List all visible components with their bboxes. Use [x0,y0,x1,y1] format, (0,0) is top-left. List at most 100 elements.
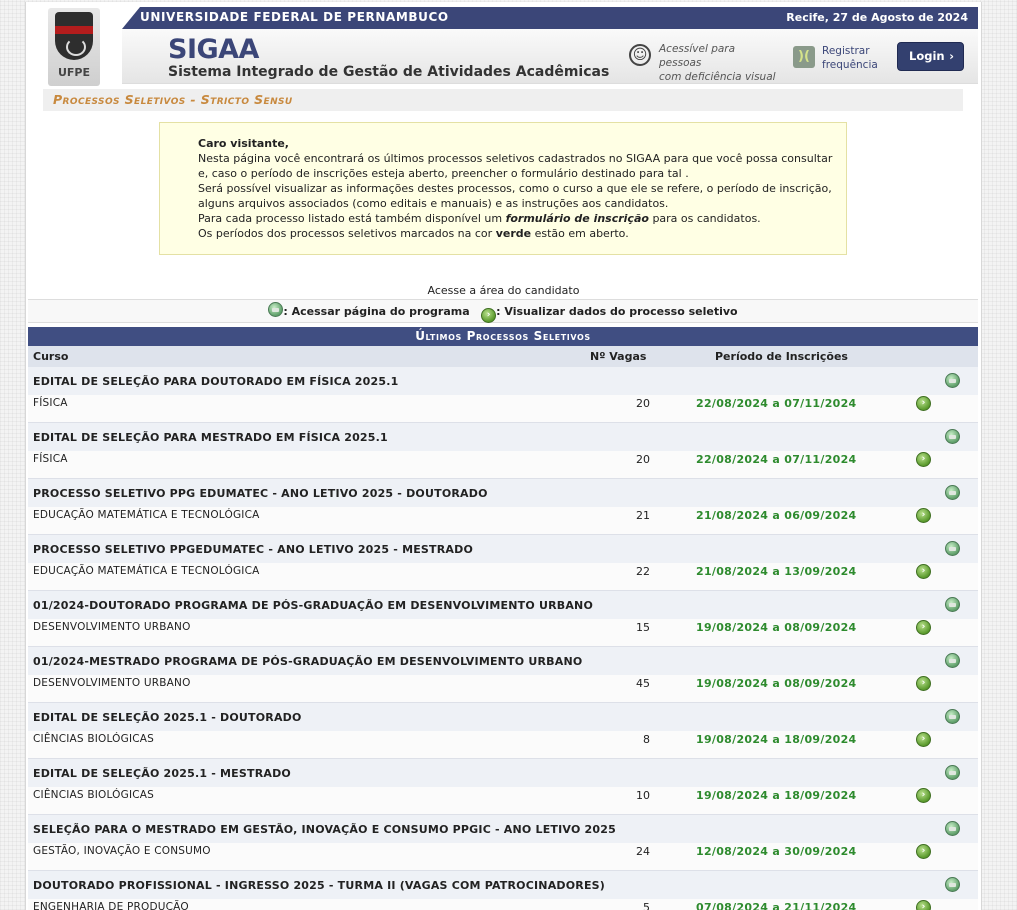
notice-line-1: Nesta página você encontrará os últimos … [198,152,833,180]
table-header: Curso Nº Vagas Período de Inscrições [28,346,978,367]
view-process-icon[interactable]: › [916,844,931,859]
program-page-icon[interactable] [945,877,960,892]
visitor-notice: Caro visitante, Nesta página você encont… [159,122,847,255]
notice-form-line: Para cada processo listado está também d… [198,212,761,225]
table-row: 01/2024-MESTRADO PROGRAMA DE PÓS-GRADUAÇ… [28,647,978,703]
notice-line-2: Será possível visualizar as informações … [198,182,832,210]
process-course: EDUCAÇÃO MATEMÁTICA E TECNOLÓGICA [33,565,260,577]
process-course: DESENVOLVIMENTO URBANO [33,621,191,633]
ufpe-crest-icon [55,12,93,60]
process-course: ENGENHARIA DE PRODUÇÃO [33,901,189,910]
process-title: EDITAL DE SELEÇÃO PARA DOUTORADO EM FÍSI… [33,375,399,388]
process-title: 01/2024-DOUTORADO PROGRAMA DE PÓS-GRADUA… [33,599,594,612]
ufpe-logo[interactable]: UFPE [48,8,100,86]
process-course: GESTÃO, INOVAÇÃO E CONSUMO [33,845,211,857]
process-vagas: 20 [636,453,650,466]
program-page-icon[interactable] [945,709,960,724]
program-page-icon[interactable] [945,765,960,780]
process-list: EDITAL DE SELEÇÃO PARA DOUTORADO EM FÍSI… [28,367,978,910]
page-container: UNIVERSIDADE FEDERAL DE PERNAMBUCO Recif… [25,2,982,910]
icon-legend: : Acessar página do programa ›: Visualiz… [28,299,978,323]
view-process-icon[interactable]: › [916,396,931,411]
table-row: PROCESSO SELETIVO PPGEDUMATEC - ANO LETI… [28,535,978,591]
register-frequency-link[interactable]: )( Registrar frequência [793,44,893,74]
process-period: 19/08/2024 a 08/09/2024 [696,621,857,634]
process-vagas: 15 [636,621,650,634]
login-label: Login [909,49,945,63]
process-course: FÍSICA [33,397,68,409]
view-process-icon[interactable]: › [916,732,931,747]
program-page-icon[interactable] [945,429,960,444]
process-course: FÍSICA [33,453,68,465]
view-process-icon[interactable]: › [916,508,931,523]
process-period: 12/08/2024 a 30/09/2024 [696,845,857,858]
logo-text: UFPE [57,66,91,79]
register-line-1: Registrar [822,45,870,57]
view-process-icon[interactable]: › [916,900,931,910]
col-course-header: Curso [33,350,69,363]
notice-open-line: Os períodos dos processos seletivos marc… [198,227,629,240]
legend-program-label: : Acessar página do programa [283,305,470,318]
table-row: PROCESSO SELETIVO PPG EDUMATEC - ANO LET… [28,479,978,535]
program-page-icon[interactable] [945,541,960,556]
process-period: 19/08/2024 a 18/09/2024 [696,733,857,746]
program-page-icon [268,302,284,317]
accessibility-icon: ☺ [629,44,651,66]
process-vagas: 20 [636,397,650,410]
page-title: Processos Seletivos - Stricto Sensu [43,89,963,111]
program-page-icon[interactable] [945,821,960,836]
process-course: CIÊNCIAS BIOLÓGICAS [33,733,155,745]
table-title: Últimos Processos Seletivos [28,327,978,346]
process-vagas: 24 [636,845,650,858]
accessibility-line-1: Acessível para pessoas [659,43,736,69]
program-page-icon[interactable] [945,653,960,668]
view-process-icon[interactable]: › [916,564,931,579]
table-row: DOUTORADO PROFISSIONAL - INGRESSO 2025 -… [28,871,978,910]
university-name: UNIVERSIDADE FEDERAL DE PERNAMBUCO [140,10,449,24]
program-page-icon[interactable] [945,597,960,612]
col-vagas-header: Nº Vagas [590,350,647,363]
register-line-2: frequência [822,59,878,71]
table-row: EDITAL DE SELEÇÃO PARA DOUTORADO EM FÍSI… [28,367,978,423]
process-period: 21/08/2024 a 13/09/2024 [696,565,857,578]
process-title: 01/2024-MESTRADO PROGRAMA DE PÓS-GRADUAÇ… [33,655,583,668]
notice-greeting: Caro visitante, [198,137,289,150]
view-process-icon[interactable]: › [916,788,931,803]
program-page-icon[interactable] [945,485,960,500]
chevron-right-icon: › [949,49,954,63]
table-row: SELEÇÃO PARA O MESTRADO EM GESTÃO, INOVA… [28,815,978,871]
program-page-icon[interactable] [945,373,960,388]
process-vagas: 8 [643,733,650,746]
top-banner: UNIVERSIDADE FEDERAL DE PERNAMBUCO Recif… [122,7,978,29]
process-title: EDITAL DE SELEÇÃO 2025.1 - DOUTORADO [33,711,302,724]
table-row: EDITAL DE SELEÇÃO 2025.1 - DOUTORADO CIÊN… [28,703,978,759]
process-title: SELEÇÃO PARA O MESTRADO EM GESTÃO, INOVA… [33,823,616,836]
process-vagas: 45 [636,677,650,690]
system-subtitle: Sistema Integrado de Gestão de Atividade… [168,64,610,80]
process-vagas: 5 [643,901,650,910]
process-course: DESENVOLVIMENTO URBANO [33,677,191,689]
col-period-header: Período de Inscrições [715,350,848,363]
process-title: PROCESSO SELETIVO PPGEDUMATEC - ANO LETI… [33,543,474,556]
process-vagas: 10 [636,789,650,802]
candidate-area-link[interactable]: Acesse a área do candidato [26,284,981,297]
process-period: 22/08/2024 a 07/11/2024 [696,397,857,410]
process-period: 19/08/2024 a 18/09/2024 [696,789,857,802]
process-title: EDITAL DE SELEÇÃO PARA MESTRADO EM FÍSIC… [33,431,388,444]
current-date: Recife, 27 de Agosto de 2024 [786,11,968,24]
process-course: EDUCAÇÃO MATEMÁTICA E TECNOLÓGICA [33,509,260,521]
view-process-icon: › [481,308,497,323]
system-name: SIGAA [168,34,259,65]
accessibility-link[interactable]: ☺ Acessível para pessoas com deficiência… [629,42,779,83]
login-button[interactable]: Login › [897,42,964,71]
view-process-icon[interactable]: › [916,452,931,467]
table-row: 01/2024-DOUTORADO PROGRAMA DE PÓS-GRADUA… [28,591,978,647]
view-process-icon[interactable]: › [916,620,931,635]
table-row: EDITAL DE SELEÇÃO 2025.1 - MESTRADO CIÊNC… [28,759,978,815]
table-row: EDITAL DE SELEÇÃO PARA MESTRADO EM FÍSIC… [28,423,978,479]
process-vagas: 21 [636,509,650,522]
process-period: 07/08/2024 a 21/11/2024 [696,901,857,910]
view-process-icon[interactable]: › [916,676,931,691]
process-course: CIÊNCIAS BIOLÓGICAS [33,789,155,801]
legend-view-label: : Visualizar dados do processo seletivo [496,305,738,318]
